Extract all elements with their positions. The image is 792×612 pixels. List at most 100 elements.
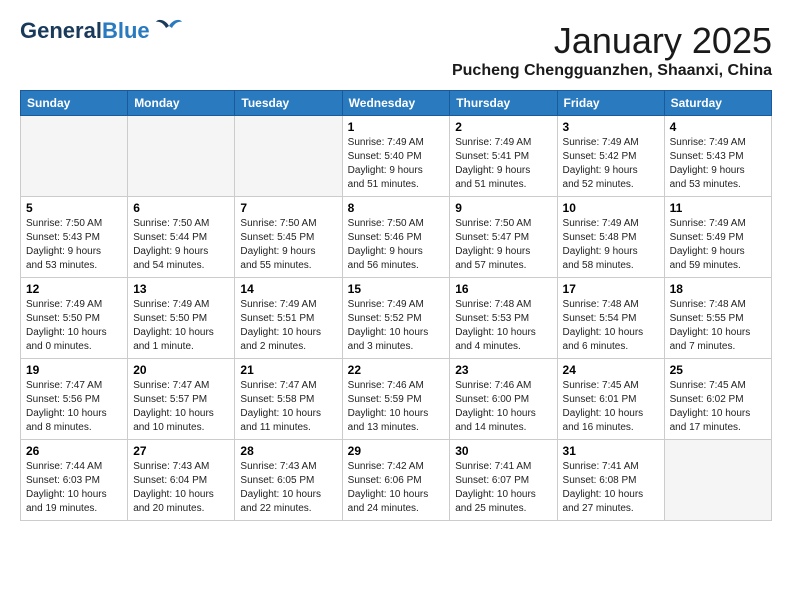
header-friday: Friday xyxy=(557,91,664,116)
calendar-cell: 19 Sunrise: 7:47 AM Sunset: 5:56 PM Dayli… xyxy=(21,359,128,440)
day-number: 1 xyxy=(348,120,445,134)
month-title: January 2025 xyxy=(452,20,772,62)
calendar-cell: 8 Sunrise: 7:50 AM Sunset: 5:46 PM Daylig… xyxy=(342,197,450,278)
day-number: 23 xyxy=(455,363,551,377)
calendar-cell: 27Sunrise: 7:43 AM Sunset: 6:04 PM Dayli… xyxy=(128,440,235,521)
calendar-cell xyxy=(21,116,128,197)
day-number: 19 xyxy=(26,363,122,377)
day-info: Sunrise: 7:49 AM Sunset: 5:49 PM Dayligh… xyxy=(670,217,766,273)
day-info: Sunrise: 7:49 AM Sunset: 5:50 PM Dayligh… xyxy=(26,298,122,354)
calendar-cell: 31 Sunrise: 7:41 AM Sunset: 6:08 PM Dayli… xyxy=(557,440,664,521)
calendar-cell: 4 Sunrise: 7:49 AM Sunset: 5:43 PM Daylig… xyxy=(664,116,771,197)
calendar-cell: 30Sunrise: 7:41 AM Sunset: 6:07 PM Dayli… xyxy=(450,440,557,521)
day-info: Sunrise: 7:49 AM Sunset: 5:43 PM Dayligh… xyxy=(670,136,766,192)
page-header: GeneralBlue January 2025 Pucheng Chenggu… xyxy=(20,20,772,80)
day-info: Sunrise: 7:50 AM Sunset: 5:45 PM Dayligh… xyxy=(240,217,336,273)
day-number: 24 xyxy=(563,363,659,377)
day-number: 9 xyxy=(455,201,551,215)
day-info: Sunrise: 7:49 AM Sunset: 5:52 PM Dayligh… xyxy=(348,298,445,354)
calendar-cell: 14 Sunrise: 7:49 AM Sunset: 5:51 PM Dayli… xyxy=(235,278,342,359)
day-info: Sunrise: 7:41 AM Sunset: 6:08 PM Dayligh… xyxy=(563,460,659,516)
day-info: Sunrise: 7:44 AM Sunset: 6:03 PM Dayligh… xyxy=(26,460,122,516)
calendar-cell: 21Sunrise: 7:47 AM Sunset: 5:58 PM Dayli… xyxy=(235,359,342,440)
day-info: Sunrise: 7:43 AM Sunset: 6:05 PM Dayligh… xyxy=(240,460,336,516)
calendar-cell: 1 Sunrise: 7:49 AM Sunset: 5:40 PM Daylig… xyxy=(342,116,450,197)
week-row-3: 12 Sunrise: 7:49 AM Sunset: 5:50 PM Dayli… xyxy=(21,278,772,359)
calendar-cell: 3Sunrise: 7:49 AM Sunset: 5:42 PM Daylig… xyxy=(557,116,664,197)
logo-bird-icon xyxy=(154,16,184,38)
calendar-cell: 11 Sunrise: 7:49 AM Sunset: 5:49 PM Dayli… xyxy=(664,197,771,278)
calendar-cell: 16Sunrise: 7:48 AM Sunset: 5:53 PM Dayli… xyxy=(450,278,557,359)
calendar-cell: 24 Sunrise: 7:45 AM Sunset: 6:01 PM Dayli… xyxy=(557,359,664,440)
day-number: 20 xyxy=(133,363,229,377)
header-wednesday: Wednesday xyxy=(342,91,450,116)
calendar-cell: 12 Sunrise: 7:49 AM Sunset: 5:50 PM Dayli… xyxy=(21,278,128,359)
calendar-cell: 29 Sunrise: 7:42 AM Sunset: 6:06 PM Dayli… xyxy=(342,440,450,521)
day-number: 22 xyxy=(348,363,445,377)
day-info: Sunrise: 7:47 AM Sunset: 5:56 PM Dayligh… xyxy=(26,379,122,435)
day-info: Sunrise: 7:49 AM Sunset: 5:51 PM Dayligh… xyxy=(240,298,336,354)
day-info: Sunrise: 7:42 AM Sunset: 6:06 PM Dayligh… xyxy=(348,460,445,516)
day-info: Sunrise: 7:45 AM Sunset: 6:02 PM Dayligh… xyxy=(670,379,766,435)
day-number: 8 xyxy=(348,201,445,215)
day-number: 26 xyxy=(26,444,122,458)
calendar-cell: 28 Sunrise: 7:43 AM Sunset: 6:05 PM Dayli… xyxy=(235,440,342,521)
day-number: 29 xyxy=(348,444,445,458)
day-number: 14 xyxy=(240,282,336,296)
header-tuesday: Tuesday xyxy=(235,91,342,116)
day-number: 6 xyxy=(133,201,229,215)
day-number: 25 xyxy=(670,363,766,377)
day-info: Sunrise: 7:50 AM Sunset: 5:46 PM Dayligh… xyxy=(348,217,445,273)
calendar-cell: 15Sunrise: 7:49 AM Sunset: 5:52 PM Dayli… xyxy=(342,278,450,359)
day-info: Sunrise: 7:49 AM Sunset: 5:40 PM Dayligh… xyxy=(348,136,445,192)
day-number: 7 xyxy=(240,201,336,215)
day-number: 11 xyxy=(670,201,766,215)
day-info: Sunrise: 7:50 AM Sunset: 5:44 PM Dayligh… xyxy=(133,217,229,273)
calendar-cell: 7 Sunrise: 7:50 AM Sunset: 5:45 PM Daylig… xyxy=(235,197,342,278)
logo: GeneralBlue xyxy=(20,20,184,42)
day-info: Sunrise: 7:49 AM Sunset: 5:42 PM Dayligh… xyxy=(563,136,659,192)
calendar-cell: 25 Sunrise: 7:45 AM Sunset: 6:02 PM Dayli… xyxy=(664,359,771,440)
calendar-cell: 2 Sunrise: 7:49 AM Sunset: 5:41 PM Daylig… xyxy=(450,116,557,197)
day-info: Sunrise: 7:50 AM Sunset: 5:47 PM Dayligh… xyxy=(455,217,551,273)
day-number: 30 xyxy=(455,444,551,458)
week-row-1: 1 Sunrise: 7:49 AM Sunset: 5:40 PM Daylig… xyxy=(21,116,772,197)
day-info: Sunrise: 7:48 AM Sunset: 5:55 PM Dayligh… xyxy=(670,298,766,354)
calendar-cell: 23 Sunrise: 7:46 AM Sunset: 6:00 PM Dayli… xyxy=(450,359,557,440)
day-info: Sunrise: 7:46 AM Sunset: 5:59 PM Dayligh… xyxy=(348,379,445,435)
day-info: Sunrise: 7:49 AM Sunset: 5:50 PM Dayligh… xyxy=(133,298,229,354)
calendar-cell: 13 Sunrise: 7:49 AM Sunset: 5:50 PM Dayli… xyxy=(128,278,235,359)
day-number: 13 xyxy=(133,282,229,296)
day-number: 31 xyxy=(563,444,659,458)
calendar-cell xyxy=(664,440,771,521)
header-thursday: Thursday xyxy=(450,91,557,116)
day-info: Sunrise: 7:47 AM Sunset: 5:58 PM Dayligh… xyxy=(240,379,336,435)
day-number: 4 xyxy=(670,120,766,134)
day-number: 18 xyxy=(670,282,766,296)
day-info: Sunrise: 7:46 AM Sunset: 6:00 PM Dayligh… xyxy=(455,379,551,435)
day-number: 17 xyxy=(563,282,659,296)
calendar-cell xyxy=(128,116,235,197)
day-info: Sunrise: 7:50 AM Sunset: 5:43 PM Dayligh… xyxy=(26,217,122,273)
day-number: 16 xyxy=(455,282,551,296)
calendar-cell xyxy=(235,116,342,197)
day-number: 12 xyxy=(26,282,122,296)
week-row-4: 19 Sunrise: 7:47 AM Sunset: 5:56 PM Dayli… xyxy=(21,359,772,440)
week-row-5: 26 Sunrise: 7:44 AM Sunset: 6:03 PM Dayli… xyxy=(21,440,772,521)
day-number: 10 xyxy=(563,201,659,215)
day-info: Sunrise: 7:48 AM Sunset: 5:54 PM Dayligh… xyxy=(563,298,659,354)
week-row-2: 5 Sunrise: 7:50 AM Sunset: 5:43 PM Daylig… xyxy=(21,197,772,278)
day-info: Sunrise: 7:49 AM Sunset: 5:48 PM Dayligh… xyxy=(563,217,659,273)
calendar-cell: 6 Sunrise: 7:50 AM Sunset: 5:44 PM Daylig… xyxy=(128,197,235,278)
calendar-cell: 17 Sunrise: 7:48 AM Sunset: 5:54 PM Dayli… xyxy=(557,278,664,359)
day-number: 2 xyxy=(455,120,551,134)
location: Pucheng Chengguanzhen, Shaanxi, China xyxy=(452,62,772,80)
day-info: Sunrise: 7:49 AM Sunset: 5:41 PM Dayligh… xyxy=(455,136,551,192)
header-sunday: Sunday xyxy=(21,91,128,116)
header-monday: Monday xyxy=(128,91,235,116)
calendar-cell: 22 Sunrise: 7:46 AM Sunset: 5:59 PM Dayli… xyxy=(342,359,450,440)
day-number: 28 xyxy=(240,444,336,458)
day-info: Sunrise: 7:45 AM Sunset: 6:01 PM Dayligh… xyxy=(563,379,659,435)
calendar-table: SundayMondayTuesdayWednesdayThursdayFrid… xyxy=(20,90,772,521)
day-number: 5 xyxy=(26,201,122,215)
